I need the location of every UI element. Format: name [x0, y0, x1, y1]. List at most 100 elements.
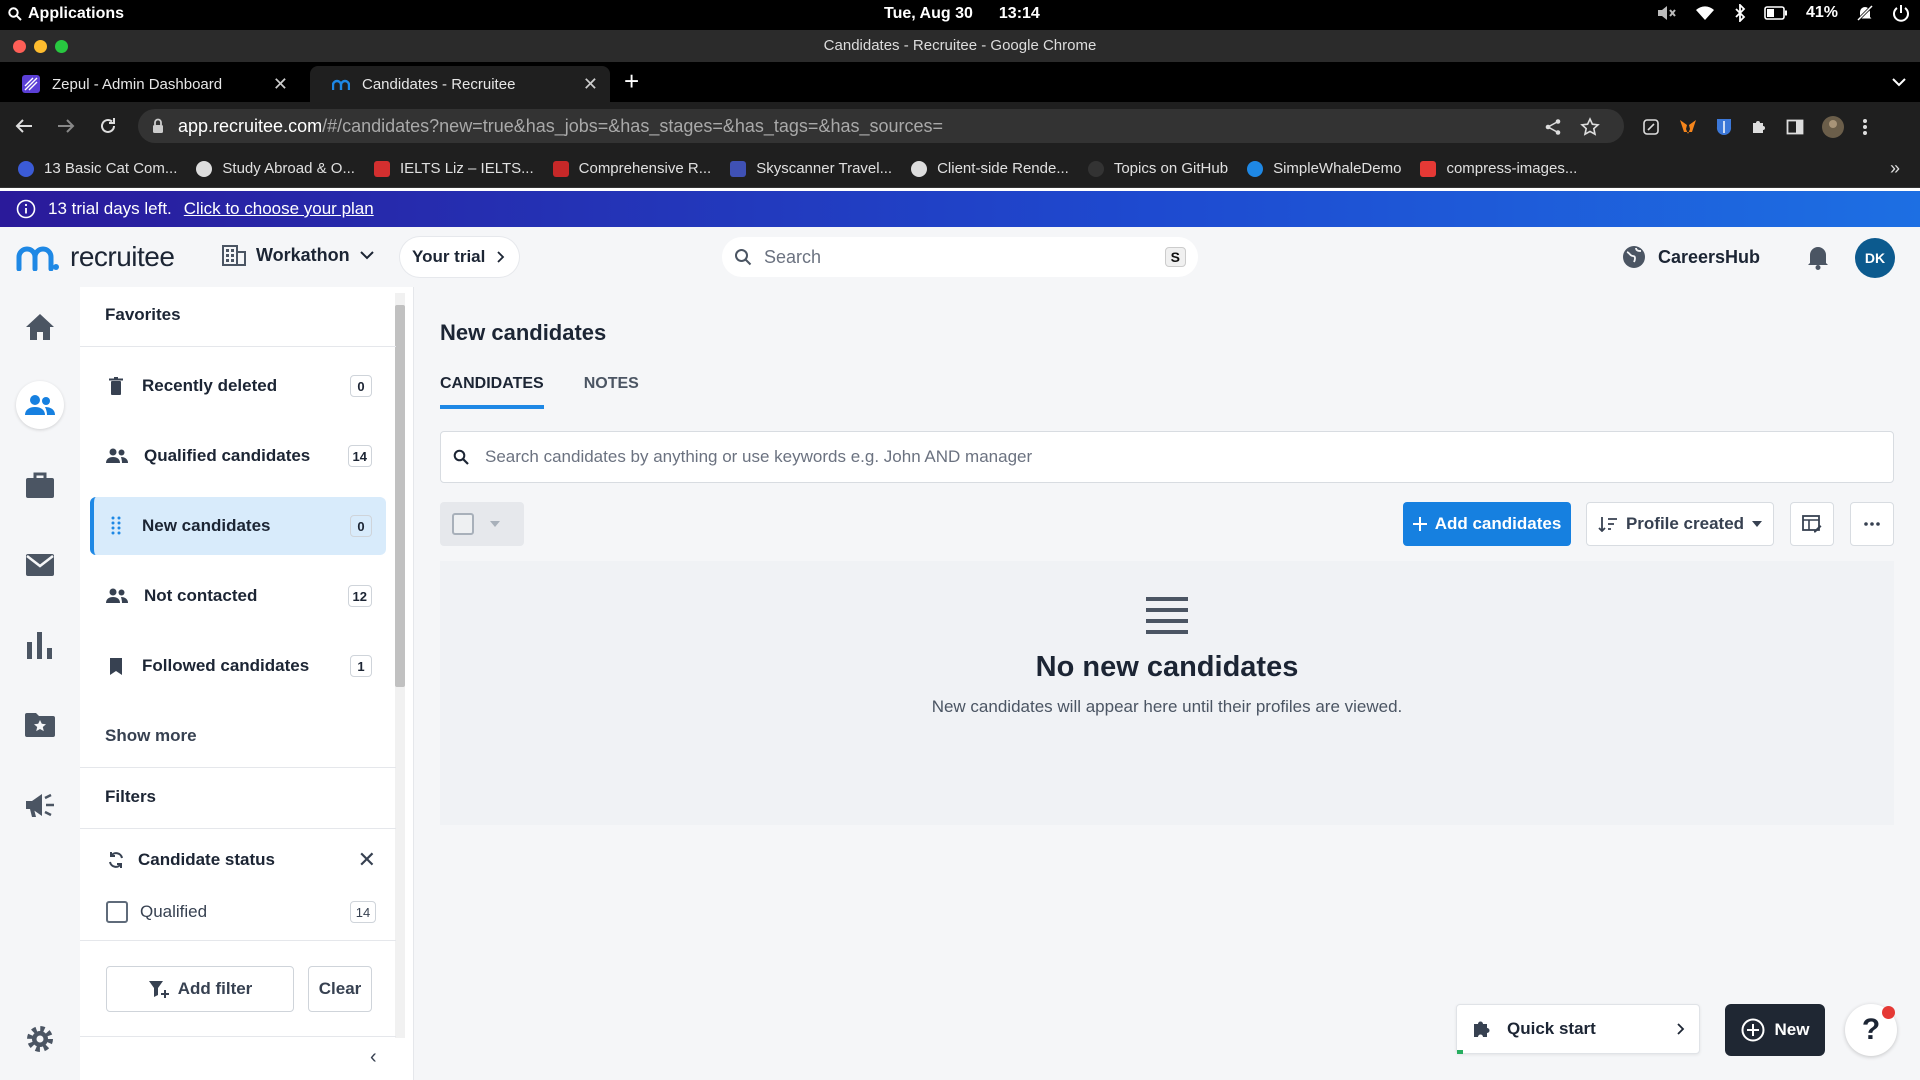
global-search-input[interactable]: Search S — [722, 237, 1198, 277]
clock[interactable]: Tue, Aug 30 13:14 — [884, 5, 1040, 23]
new-tab-icon[interactable]: + — [624, 68, 639, 94]
select-all-checkbox[interactable] — [452, 513, 474, 535]
plus-circle-icon — [1741, 1018, 1765, 1042]
bluetooth-icon[interactable] — [1734, 4, 1746, 22]
remove-filter-icon[interactable]: ✕ — [358, 847, 376, 873]
people-icon — [25, 395, 55, 415]
tab-search-icon[interactable] — [1892, 74, 1906, 92]
bulk-select-dropdown[interactable] — [440, 502, 524, 546]
bookmark-item[interactable]: IELTS Liz – IELTS... — [373, 160, 534, 177]
sidebar-item-recently-deleted[interactable]: Recently deleted 0 — [90, 357, 386, 415]
sort-dropdown[interactable]: Profile created — [1586, 502, 1774, 546]
browser-tab-zepul[interactable]: Zepul - Admin Dashboard ✕ — [0, 66, 300, 102]
help-button[interactable]: ? — [1845, 1004, 1897, 1056]
your-trial-button[interactable]: Your trial — [400, 237, 520, 277]
sort-icon — [1598, 517, 1617, 532]
add-filter-button[interactable]: Add filter — [106, 966, 294, 1012]
browser-tab-recruitee[interactable]: Candidates - Recruitee ✕ — [310, 66, 610, 102]
qualified-filter-option[interactable]: Qualified 14 — [106, 901, 376, 923]
drag-handle-icon[interactable] — [106, 515, 126, 537]
sidebar-item-label: Qualified candidates — [144, 446, 311, 465]
bookmark-star-icon[interactable] — [1580, 117, 1600, 137]
bookmark-item[interactable]: Skyscanner Travel... — [730, 160, 892, 177]
tab-notes[interactable]: NOTES — [584, 375, 639, 409]
bookmark-label: Client-side Rende... — [937, 160, 1069, 177]
bookmark-favicon-icon — [552, 160, 569, 177]
reload-icon[interactable] — [98, 116, 118, 136]
metamask-icon[interactable] — [1678, 118, 1698, 136]
power-icon[interactable] — [1892, 4, 1910, 22]
back-icon[interactable] — [14, 116, 34, 136]
tab-candidates[interactable]: CANDIDATES — [440, 375, 544, 409]
extensions-puzzle-icon[interactable] — [1750, 118, 1768, 136]
minimize-window-button[interactable] — [34, 40, 47, 53]
sort-label: Profile created — [1625, 514, 1745, 533]
lock-icon[interactable] — [152, 118, 164, 134]
filter-add-icon — [148, 981, 169, 998]
bookmarks-overflow-icon[interactable]: » — [1890, 158, 1900, 179]
empty-state-title: No new candidates — [1035, 651, 1299, 683]
help-notification-dot — [1882, 1006, 1895, 1019]
count-badge: 0 — [350, 515, 372, 537]
nav-mailbox[interactable] — [16, 541, 64, 589]
careers-hub-link[interactable]: CareersHub — [1622, 245, 1760, 269]
close-window-button[interactable] — [13, 40, 26, 53]
forward-icon[interactable] — [56, 116, 76, 136]
collapse-sidebar-icon[interactable]: ‹ — [370, 1046, 377, 1069]
new-button[interactable]: New — [1725, 1004, 1825, 1056]
qualified-checkbox[interactable] — [106, 901, 128, 923]
nav-home[interactable] — [16, 303, 64, 351]
quick-start-button[interactable]: Quick start — [1456, 1004, 1700, 1054]
sidebar-item-new-candidates[interactable]: New candidates 0 — [90, 497, 386, 555]
add-candidates-button[interactable]: Add candidates — [1403, 502, 1571, 546]
candidate-search-input[interactable]: Search candidates by anything or use key… — [440, 431, 1894, 483]
chrome-menu-icon[interactable] — [1862, 118, 1868, 136]
applications-menu[interactable]: Applications — [8, 5, 124, 23]
share-icon[interactable] — [1544, 118, 1562, 136]
extension-icon[interactable] — [1642, 118, 1660, 136]
nav-talent-pools[interactable] — [16, 701, 64, 749]
address-bar[interactable]: app.recruitee.com/#/candidates?new=true&… — [138, 109, 1624, 143]
bookmark-item[interactable]: 13 Basic Cat Com... — [18, 160, 177, 177]
sidebar-item-followed-candidates[interactable]: Followed candidates 1 — [90, 637, 386, 695]
battery-icon[interactable] — [1764, 6, 1788, 20]
bookmark-item[interactable]: compress-images... — [1420, 160, 1577, 177]
notifications-off-icon[interactable] — [1856, 4, 1874, 22]
bookmark-icon — [110, 658, 122, 675]
more-options-button[interactable] — [1850, 502, 1894, 546]
show-more-link[interactable]: Show more — [105, 726, 197, 746]
sidebar-scrollbar[interactable] — [395, 293, 405, 1038]
clear-filters-button[interactable]: Clear — [308, 966, 372, 1012]
profile-avatar-icon[interactable] — [1822, 116, 1844, 138]
bookmark-item[interactable]: Client-side Rende... — [911, 160, 1069, 177]
window-title: Candidates - Recruitee - Google Chrome — [823, 37, 1097, 54]
table-settings-button[interactable] — [1790, 502, 1834, 546]
logo-text: recruitee — [70, 241, 175, 272]
bookmark-item[interactable]: Study Abroad & O... — [196, 160, 355, 177]
bitwarden-icon[interactable] — [1716, 118, 1732, 136]
close-tab-icon[interactable]: ✕ — [273, 74, 288, 95]
nav-settings[interactable] — [16, 1015, 64, 1063]
volume-muted-icon[interactable] — [1656, 4, 1676, 22]
maximize-window-button[interactable] — [55, 40, 68, 53]
sidebar-item-qualified-candidates[interactable]: Qualified candidates 14 — [90, 427, 386, 485]
choose-plan-link[interactable]: Click to choose your plan — [184, 199, 374, 219]
sidebar-item-not-contacted[interactable]: Not contacted 12 — [90, 567, 386, 625]
bookmark-item[interactable]: Comprehensive R... — [552, 160, 711, 177]
workspace-switcher[interactable]: Workathon — [222, 244, 374, 266]
scrollbar-thumb[interactable] — [395, 305, 405, 687]
wifi-icon[interactable] — [1694, 4, 1716, 22]
bookmark-item[interactable]: Topics on GitHub — [1087, 160, 1228, 177]
quick-start-label: Quick start — [1507, 1019, 1596, 1038]
nav-reports[interactable] — [16, 621, 64, 669]
bookmark-item[interactable]: SimpleWhaleDemo — [1247, 160, 1401, 177]
nav-campaigns[interactable] — [16, 781, 64, 829]
nav-jobs[interactable] — [16, 461, 64, 509]
main-content: New candidates CANDIDATES NOTES Search c… — [414, 287, 1920, 1080]
nav-candidates[interactable] — [16, 381, 64, 429]
recruitee-logo[interactable]: recruitee — [16, 241, 175, 273]
notifications-bell-icon[interactable] — [1806, 244, 1830, 275]
user-avatar[interactable]: DK — [1855, 238, 1895, 278]
close-tab-icon[interactable]: ✕ — [583, 74, 598, 95]
side-panel-icon[interactable] — [1786, 118, 1804, 136]
